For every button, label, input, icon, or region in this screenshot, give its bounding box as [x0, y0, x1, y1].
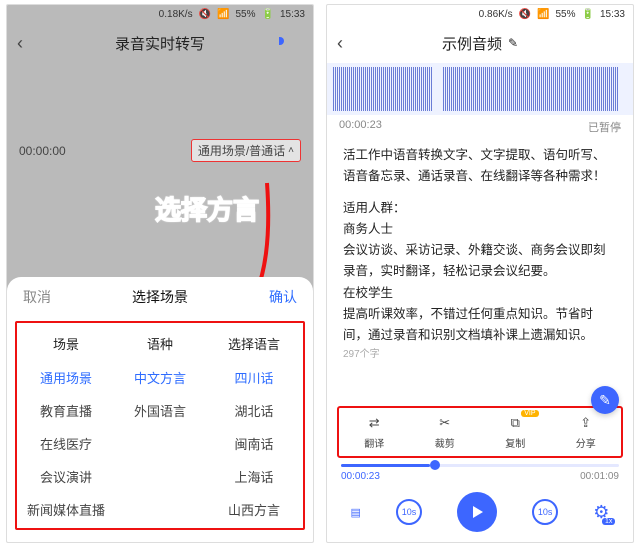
picker-grid: 场景 语种 选择语言 通用场景 中文方言 四川话 教育直播 外国语言 湖北话 在…: [15, 321, 305, 530]
scene-dropdown-button[interactable]: 通用场景/普通话 ˄: [191, 139, 301, 162]
back-icon[interactable]: ‹: [17, 33, 23, 54]
dialect-option[interactable]: 四川话: [207, 361, 301, 394]
rewind-10s-button[interactable]: 10s: [396, 499, 422, 525]
nav-bar: ‹ 示例音频 ✎: [327, 23, 633, 63]
sheet-title: 选择场景: [132, 287, 188, 307]
progress-bar[interactable]: 00:00:23 00:01:09: [327, 462, 633, 484]
page-title: 示例音频: [442, 33, 502, 54]
scene-option[interactable]: 通用场景: [19, 361, 113, 394]
signal-icon: 📶: [217, 9, 229, 20]
word-count: 297个字: [343, 346, 617, 363]
mute-icon: 🔇: [199, 9, 211, 20]
progress-end: 00:01:09: [580, 471, 619, 482]
copy-button[interactable]: VIP ⧉ 复制: [480, 408, 551, 456]
lang-option[interactable]: [113, 460, 207, 493]
progress-knob[interactable]: [430, 460, 440, 470]
net-speed: 0.86K/s: [479, 9, 513, 20]
col-header-dialect: 选择语言: [207, 329, 301, 361]
edit-icon[interactable]: ✎: [508, 36, 518, 50]
confirm-button[interactable]: 确认: [269, 287, 297, 307]
play-state: 已暂停: [588, 119, 621, 135]
lang-option[interactable]: [113, 427, 207, 460]
transcript-line: 活工作中语音转换文字、文字提取、语句听写、语音备忘录、通话录音、在线翻译等各种需…: [343, 145, 617, 188]
elapsed-time: 00:00:23: [339, 119, 382, 135]
lang-option[interactable]: [113, 493, 207, 526]
transcript-line: 商务人士: [343, 219, 617, 240]
lang-option[interactable]: 外国语言: [113, 394, 207, 427]
lang-option[interactable]: 中文方言: [113, 361, 207, 394]
page-title: 录音实时转写: [115, 33, 205, 54]
play-button[interactable]: [457, 492, 497, 532]
back-icon[interactable]: ‹: [337, 33, 343, 54]
dialect-option[interactable]: 闽南话: [207, 427, 301, 460]
scene-option[interactable]: 教育直播: [19, 394, 113, 427]
status-bar: 0.86K/s 🔇 📶 55% 🔋 15:33: [327, 5, 633, 23]
callout-label: 选择方言: [155, 190, 259, 227]
col-header-scene: 场景: [19, 329, 113, 361]
transcript-line: 适用人群：: [343, 198, 617, 219]
scene-option[interactable]: 会议演讲: [19, 460, 113, 493]
crop-icon: ✂: [436, 414, 454, 432]
forward-10s-button[interactable]: 10s: [532, 499, 558, 525]
share-button[interactable]: ⇪ 分享: [551, 408, 622, 456]
action-row: ⇄ 翻译 ✂ 裁剪 VIP ⧉ 复制 ⇪ 分享: [337, 406, 623, 458]
net-speed: 0.18K/s: [159, 9, 193, 20]
transcript-area[interactable]: 活工作中语音转换文字、文字提取、语句听写、语音备忘录、通话录音、在线翻译等各种需…: [327, 139, 633, 402]
translate-button[interactable]: ⇄ 翻译: [339, 408, 410, 456]
phone-right: 0.86K/s 🔇 📶 55% 🔋 15:33 ‹ 示例音频 ✎ 00:00:2…: [326, 4, 634, 543]
clock: 15:33: [600, 9, 625, 20]
waveform[interactable]: [327, 63, 633, 115]
clock: 15:33: [280, 9, 305, 20]
chevron-up-icon: ˄: [288, 145, 294, 156]
timer-row: 00:00:00 通用场景/普通话 ˄: [7, 133, 313, 168]
progress-current: 00:00:23: [341, 471, 380, 482]
play-state-row: 00:00:23 已暂停: [327, 115, 633, 139]
status-bar: 0.18K/s 🔇 📶 55% 🔋 15:33: [7, 5, 313, 23]
transcript-line: 在校学生: [343, 283, 617, 304]
signal-icon: 📶: [537, 9, 549, 20]
battery-icon: 🔋: [262, 9, 274, 20]
record-timer: 00:00:00: [19, 144, 66, 158]
dialect-option[interactable]: 山西方言: [207, 493, 301, 526]
transcript-line: 提高听课效率，不错过任何重点知识。节省时间，通过录音和识别文档填补课上遗漏知识。: [343, 304, 617, 347]
dialect-option[interactable]: 上海话: [207, 460, 301, 493]
scene-option[interactable]: 在线医疗: [19, 427, 113, 460]
battery-icon: 🔋: [582, 9, 594, 20]
playlist-icon[interactable]: ▤: [351, 506, 361, 519]
scene-option[interactable]: 新闻媒体直播: [19, 493, 113, 526]
settings-icon[interactable]: ⚙1x: [593, 502, 609, 523]
speed-badge: 1x: [602, 518, 615, 525]
nav-bar: ‹ 录音实时转写: [7, 23, 313, 63]
scene-picker-sheet: 取消 选择场景 确认 场景 语种 选择语言 通用场景 中文方言 四川话 教育直播…: [7, 277, 313, 542]
crop-button[interactable]: ✂ 裁剪: [410, 408, 481, 456]
controls-row: ▤ 10s 10s ⚙1x: [327, 484, 633, 542]
battery-text: 55%: [236, 9, 256, 20]
cancel-button[interactable]: 取消: [23, 287, 51, 307]
dialect-option[interactable]: 湖北话: [207, 394, 301, 427]
vip-badge: VIP: [521, 410, 538, 417]
translate-icon: ⇄: [365, 414, 383, 432]
mute-icon: 🔇: [519, 9, 531, 20]
scene-dropdown-label: 通用场景/普通话: [198, 142, 285, 159]
transcript-line: 会议访谈、采访记录、外籍交谈、商务会议即刻录音，实时翻译，轻松记录会议纪要。: [343, 240, 617, 283]
phone-left: 0.18K/s 🔇 📶 55% 🔋 15:33 ‹ 录音实时转写 00:00:0…: [6, 4, 314, 543]
copy-icon: ⧉: [506, 414, 524, 432]
share-icon: ⇪: [577, 414, 595, 432]
col-header-lang: 语种: [113, 329, 207, 361]
battery-text: 55%: [556, 9, 576, 20]
voice-avatar-icon[interactable]: [281, 33, 301, 53]
